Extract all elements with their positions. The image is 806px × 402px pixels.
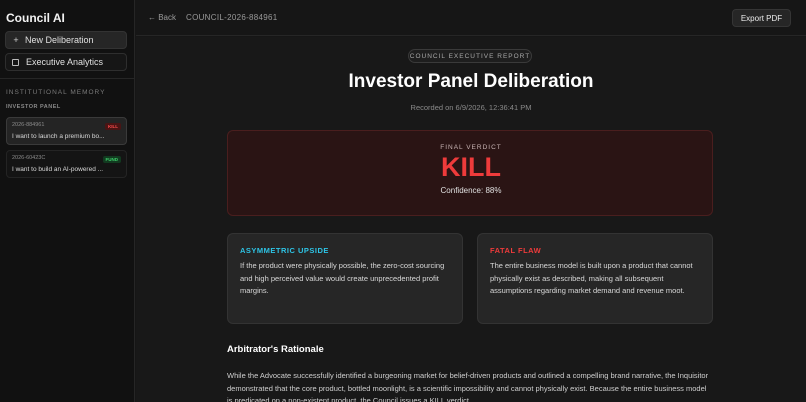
analytics-icon	[12, 58, 19, 66]
fund-badge: FUND	[102, 156, 121, 163]
flaw-body: The entire business model is built upon …	[490, 261, 693, 295]
recorded-timestamp: Recorded on 6/9/2026, 12:36:41 PM	[410, 103, 532, 112]
breadcrumb: COUNCIL-2026-884961	[186, 13, 278, 22]
plus-icon: +	[13, 35, 19, 45]
session-text: I want to build an AI-powered ...	[12, 166, 104, 173]
investor-panel-heading: INVESTOR PANEL	[6, 104, 61, 110]
upside-body: If the product were physically possible,…	[240, 261, 445, 295]
export-pdf-button[interactable]: Export PDF	[732, 9, 791, 27]
page-title: Investor Panel Deliberation	[348, 71, 594, 92]
new-deliberation-button[interactable]: + New Deliberation	[5, 31, 127, 49]
rationale-body: While the Advocate successfully identifi…	[227, 371, 709, 402]
session-text: I want to launch a premium bo...	[12, 133, 105, 140]
kill-badge: KILL	[105, 123, 121, 130]
asymmetric-upside-card: ASYMMETRIC UPSIDE If the product were ph…	[227, 233, 463, 324]
rationale-heading: Arbitrator's Rationale	[227, 344, 324, 355]
report-content: COUNCIL EXECUTIVE REPORT Investor Panel …	[136, 37, 806, 402]
session-item-active[interactable]: 2026-884961 KILL I want to launch a prem…	[6, 117, 127, 145]
session-item[interactable]: 2026-60423C FUND I want to build an AI-p…	[6, 150, 127, 178]
executive-analytics-label: Executive Analytics	[26, 57, 104, 67]
new-deliberation-label: New Deliberation	[25, 35, 94, 45]
verdict-value: KILL	[441, 152, 501, 182]
verdict-label: FINAL VERDICT	[440, 144, 502, 151]
app-logo: Council AI	[6, 11, 65, 25]
confidence-text: Confidence: 88%	[440, 186, 502, 195]
report-tag: COUNCIL EXECUTIVE REPORT	[408, 49, 532, 63]
back-link[interactable]: ← Back	[148, 13, 176, 22]
top-bar: ← Back COUNCIL-2026-884961 Export PDF	[136, 0, 806, 36]
sidebar: Council AI + New Deliberation Executive …	[0, 0, 135, 402]
sidebar-divider	[0, 78, 135, 79]
flaw-title: FATAL FLAW	[490, 246, 542, 255]
verdict-panel: FINAL VERDICT KILL Confidence: 88%	[227, 130, 713, 216]
executive-analytics-button[interactable]: Executive Analytics	[5, 53, 127, 71]
fatal-flaw-card: FATAL FLAW The entire business model is …	[477, 233, 713, 324]
institutional-memory-heading: INSTITUTIONAL MEMORY	[6, 89, 106, 96]
upside-title: ASYMMETRIC UPSIDE	[240, 246, 329, 255]
